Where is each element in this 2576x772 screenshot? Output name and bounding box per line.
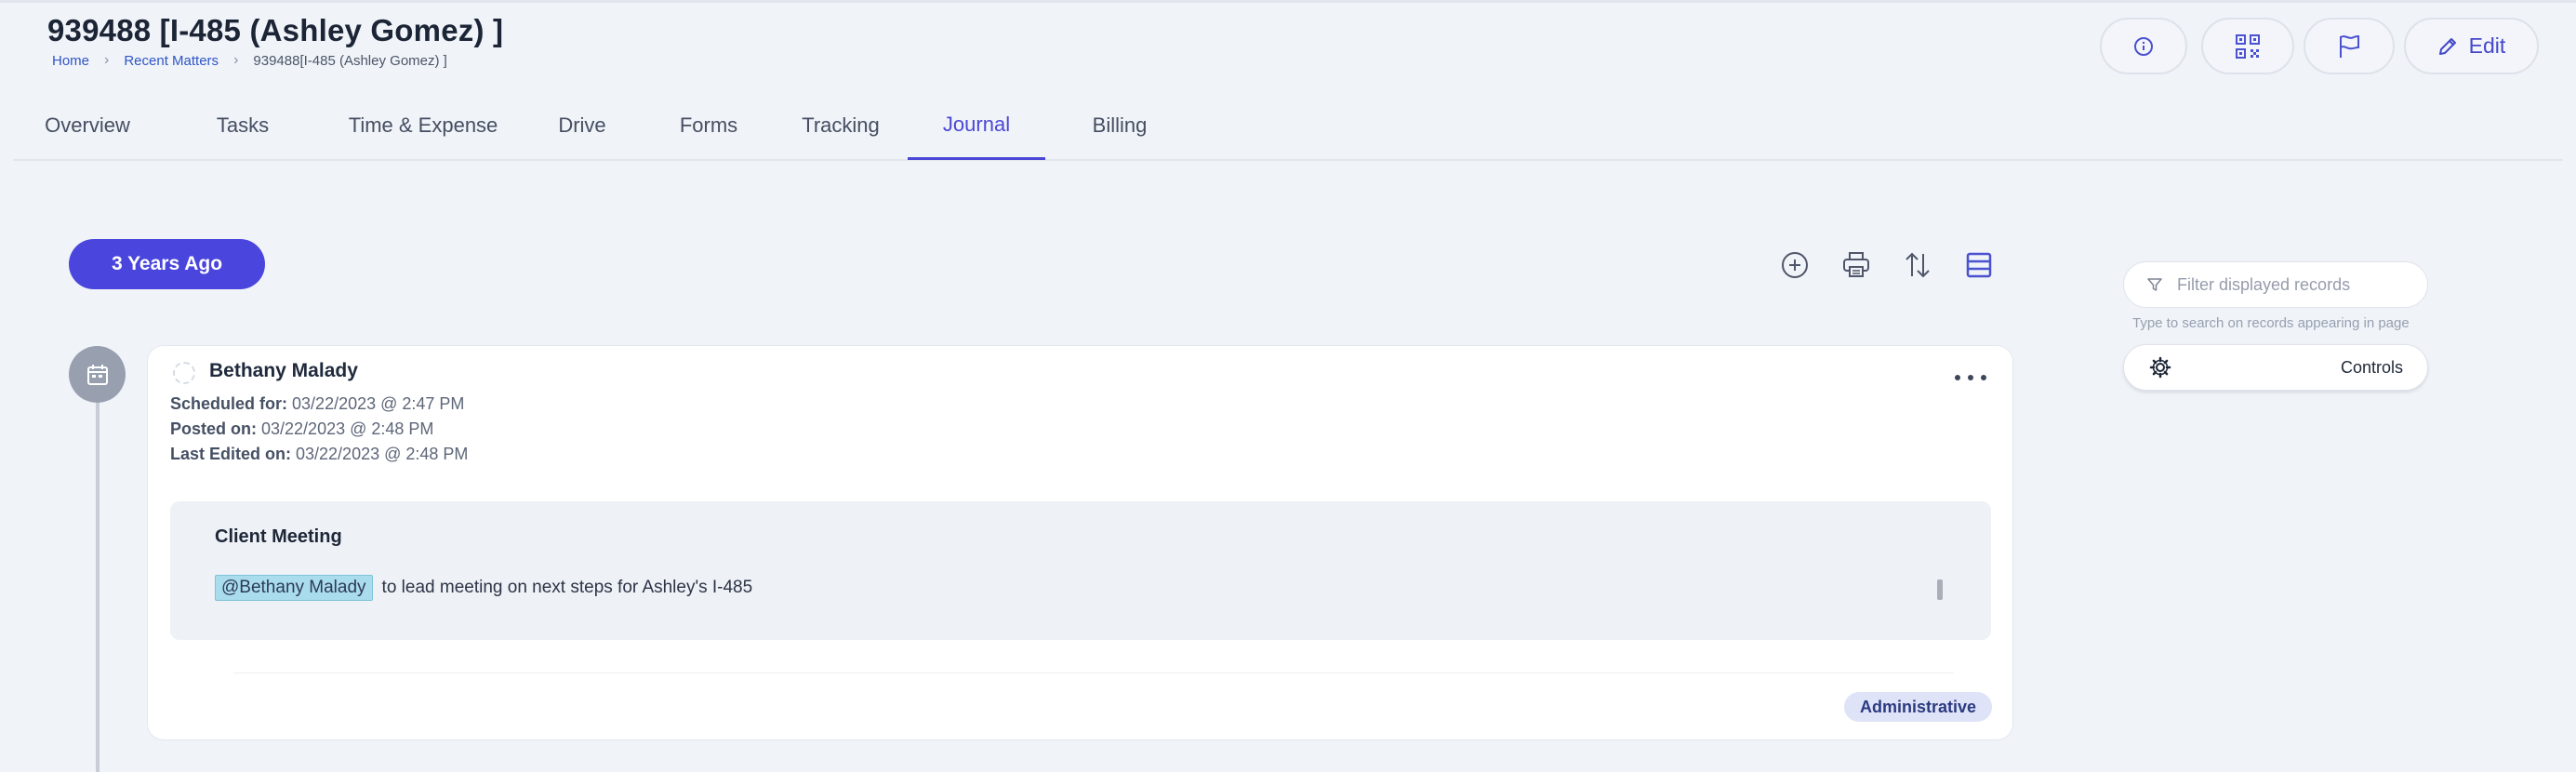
category-tag[interactable]: Administrative bbox=[1843, 692, 1992, 722]
add-icon bbox=[1782, 252, 1808, 278]
add-entry-button[interactable] bbox=[1776, 246, 1813, 284]
sort-button[interactable] bbox=[1899, 246, 1936, 284]
sort-icon bbox=[1905, 252, 1930, 278]
qr-code-button[interactable] bbox=[2201, 18, 2294, 74]
page-title: 939488 [I-485 (Ashley Gomez) ] bbox=[47, 13, 504, 47]
tab-tasks[interactable]: Tasks bbox=[192, 91, 294, 160]
filter-input[interactable] bbox=[2177, 274, 2410, 295]
avatar bbox=[173, 362, 195, 384]
print-button[interactable] bbox=[1838, 246, 1875, 284]
tab-time-expense[interactable]: Time & Expense bbox=[316, 91, 530, 160]
user-mention[interactable]: @Bethany Malady bbox=[215, 575, 373, 601]
breadcrumb: Home › Recent Matters › 939488[I-485 (As… bbox=[52, 51, 447, 70]
scheduled-value: 03/22/2023 @ 2:47 PM bbox=[292, 394, 465, 413]
more-dot-icon bbox=[1981, 375, 1986, 380]
more-dot-icon bbox=[1968, 375, 1973, 380]
info-button[interactable] bbox=[2100, 18, 2187, 74]
tab-label: Forms bbox=[679, 113, 738, 137]
tab-forms[interactable]: Forms bbox=[657, 91, 760, 160]
filter-records-field[interactable] bbox=[2123, 261, 2428, 308]
note-content: Client Meeting @Bethany Malady to lead m… bbox=[170, 501, 1991, 640]
tab-billing[interactable]: Billing bbox=[1064, 91, 1175, 160]
entry-scheduled: Scheduled for: 03/22/2023 @ 2:47 PM bbox=[170, 394, 464, 414]
breadcrumb-current: 939488[I-485 (Ashley Gomez) ] bbox=[253, 52, 447, 69]
timeline-line bbox=[96, 381, 100, 772]
tab-label: Overview bbox=[45, 113, 130, 137]
posted-label: Posted on: bbox=[170, 419, 257, 438]
tab-label: Time & Expense bbox=[348, 113, 498, 137]
scrollbar-thumb[interactable] bbox=[1937, 579, 1943, 600]
journal-entry-card: Bethany Malady Scheduled for: 03/22/2023… bbox=[147, 345, 2013, 740]
timeline-group-pill[interactable]: 3 Years Ago bbox=[69, 239, 265, 289]
tab-drive[interactable]: Drive bbox=[531, 91, 633, 160]
tab-bar: Overview Tasks Time & Expense Drive Form… bbox=[13, 91, 2563, 161]
breadcrumb-home[interactable]: Home bbox=[52, 53, 89, 69]
note-text: to lead meeting on next steps for Ashley… bbox=[381, 578, 753, 597]
edit-label: Edit bbox=[2468, 33, 2506, 58]
breadcrumb-recent-matters[interactable]: Recent Matters bbox=[124, 53, 219, 69]
tab-overview[interactable]: Overview bbox=[32, 91, 143, 160]
edited-label: Last Edited on: bbox=[170, 445, 291, 463]
entry-posted: Posted on: 03/22/2023 @ 2:48 PM bbox=[170, 419, 433, 439]
controls-button[interactable]: Controls bbox=[2123, 344, 2428, 391]
edit-button[interactable]: Edit bbox=[2404, 18, 2539, 74]
filter-hint: Type to search on records appearing in p… bbox=[2132, 315, 2410, 331]
timeline-marker bbox=[69, 346, 126, 403]
divider bbox=[233, 672, 1954, 673]
tab-tracking[interactable]: Tracking bbox=[780, 91, 901, 160]
edited-value: 03/22/2023 @ 2:48 PM bbox=[296, 445, 469, 463]
tab-journal[interactable]: Journal bbox=[908, 91, 1045, 160]
tab-label: Tasks bbox=[216, 113, 270, 137]
top-border bbox=[0, 0, 2576, 3]
info-icon bbox=[2134, 36, 2153, 56]
print-icon bbox=[1843, 252, 1869, 277]
chevron-right-icon: › bbox=[233, 52, 239, 68]
posted-value: 03/22/2023 @ 2:48 PM bbox=[261, 419, 434, 438]
pencil-icon bbox=[2438, 37, 2456, 55]
chevron-right-icon: › bbox=[104, 52, 110, 68]
controls-label: Controls bbox=[2340, 358, 2403, 377]
qr-code-icon bbox=[2236, 33, 2260, 59]
tab-label: Journal bbox=[942, 112, 1011, 136]
tab-label: Drive bbox=[558, 113, 606, 137]
flag-button[interactable] bbox=[2304, 18, 2395, 74]
flag-icon bbox=[2340, 34, 2359, 58]
gear-icon bbox=[2149, 356, 2171, 379]
filter-icon bbox=[2145, 275, 2164, 294]
note-body: @Bethany Malady to lead meeting on next … bbox=[215, 575, 752, 601]
more-options-button[interactable] bbox=[1955, 370, 1986, 385]
scheduled-label: Scheduled for: bbox=[170, 394, 288, 413]
note-title: Client Meeting bbox=[215, 526, 342, 547]
more-dot-icon bbox=[1955, 375, 1960, 380]
tab-label: Tracking bbox=[802, 113, 880, 137]
entry-author: Bethany Malady bbox=[209, 360, 358, 381]
layout-icon bbox=[1966, 252, 1992, 278]
layout-button[interactable] bbox=[1960, 246, 1998, 284]
tab-label: Billing bbox=[1092, 113, 1148, 137]
calendar-icon bbox=[86, 364, 108, 385]
entry-last-edited: Last Edited on: 03/22/2023 @ 2:48 PM bbox=[170, 445, 468, 464]
